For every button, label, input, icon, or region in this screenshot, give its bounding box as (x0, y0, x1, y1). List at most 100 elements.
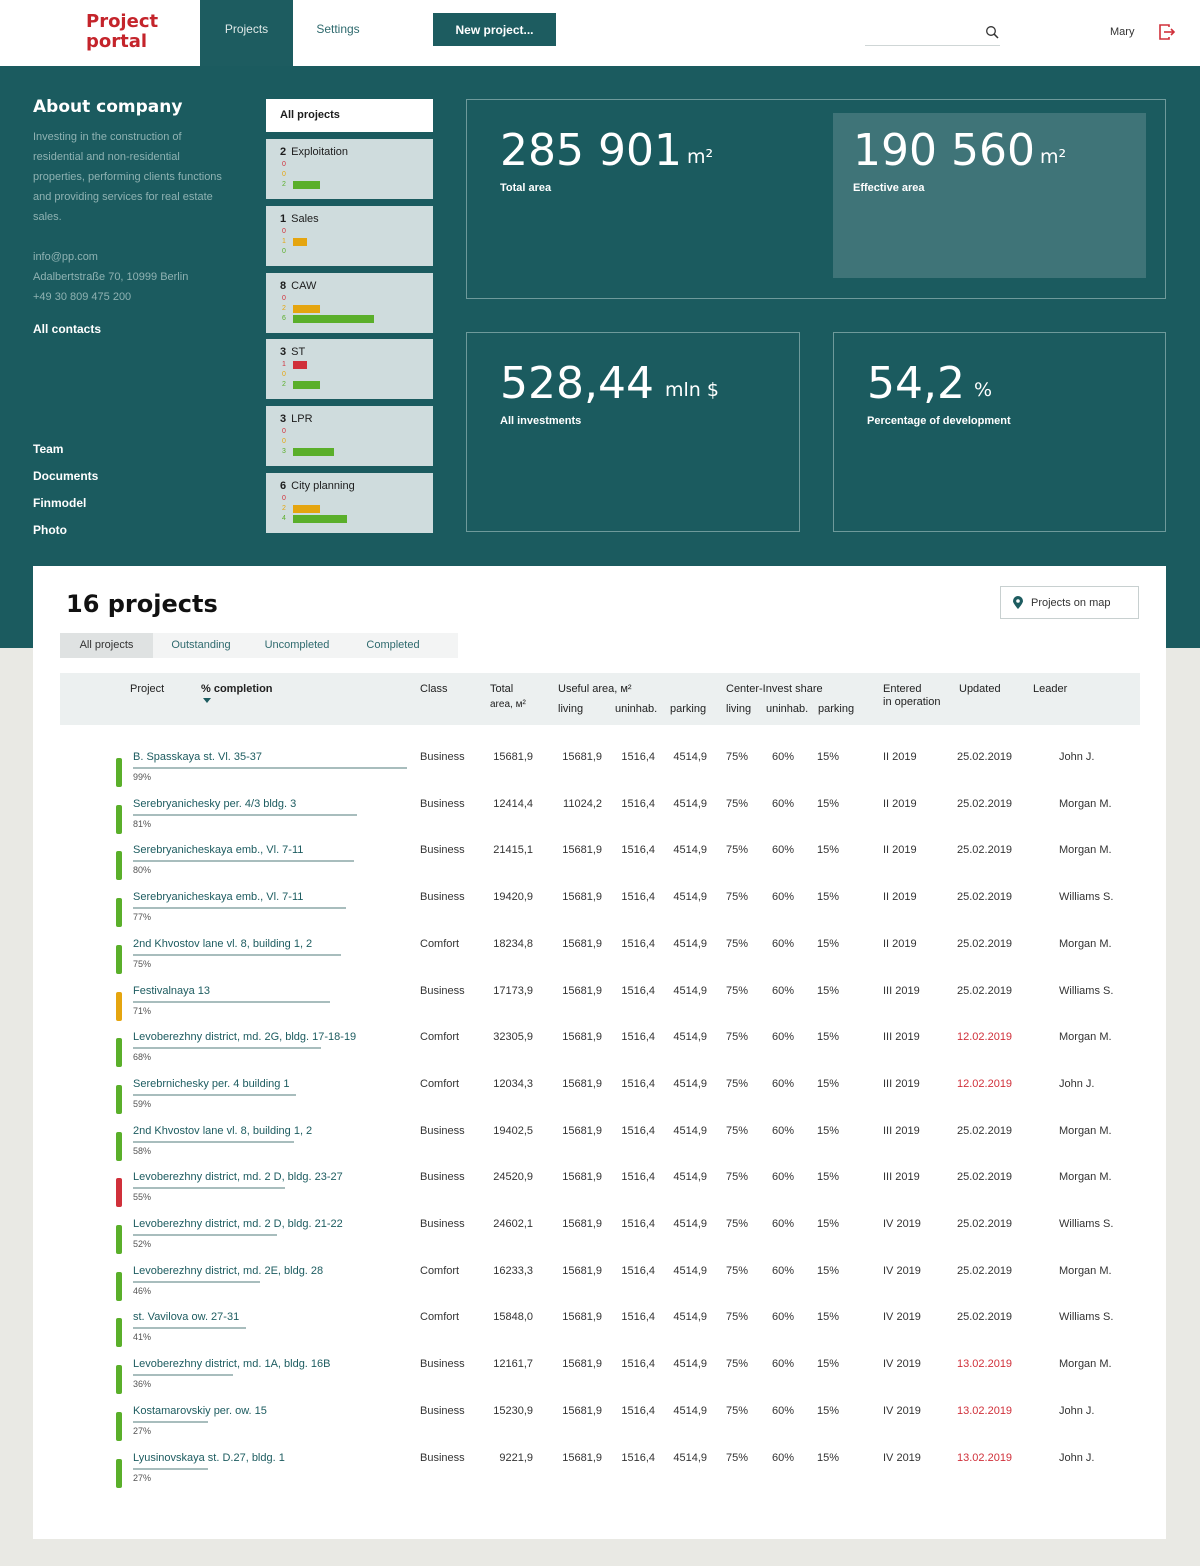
project-link[interactable]: Lyusinovskaya st. D.27, bldg. 1 (133, 1452, 285, 1464)
link-documents[interactable]: Documents (33, 469, 98, 496)
table-row[interactable]: Serebrnichesky per. 4 building 1 59% Comfo… (33, 1076, 1166, 1123)
cell-total: 19420,9 (493, 891, 533, 904)
project-link[interactable]: B. Spasskaya st. Vl. 35-37 (133, 751, 262, 763)
col-updated[interactable]: Updated (959, 682, 1001, 696)
col-share-uninhab[interactable]: uninhab. (766, 702, 808, 716)
project-link[interactable]: Levoberezhny district, md. 2G, bldg. 17-… (133, 1031, 356, 1043)
category-card[interactable]: 8 CAW 0 2 6 (266, 272, 433, 333)
cell-parking: 4514,9 (673, 797, 707, 810)
cell-leader: Morgan M. (1059, 1171, 1112, 1184)
col-completion[interactable]: % completion (201, 682, 273, 696)
cell-parking: 4514,9 (673, 1218, 707, 1230)
col-uninhab[interactable]: uninhab. (615, 702, 657, 716)
col-project[interactable]: Project (130, 682, 164, 696)
sort-desc-icon[interactable] (203, 698, 211, 703)
link-team[interactable]: Team (33, 442, 98, 469)
completion-bar (133, 1327, 247, 1330)
projects-on-map-button[interactable]: Projects on map (1000, 586, 1139, 619)
new-project-button[interactable]: New project... (433, 13, 556, 46)
logo[interactable]: Project portal (86, 12, 158, 52)
logout-icon[interactable] (1158, 23, 1176, 41)
tab-completed[interactable]: Completed (345, 633, 441, 658)
table-row[interactable]: Serebryanicheskaya emb., Vl. 7-11 77% Busi… (33, 889, 1166, 936)
cell-entered: IV 2019 (883, 1264, 921, 1277)
col-class[interactable]: Class (420, 682, 448, 696)
tab-projects[interactable]: Projects (200, 0, 293, 66)
table-row[interactable]: Festivalnaya 13 71% Business 17173,9 15681,9… (33, 983, 1166, 1030)
link-finmodel[interactable]: Finmodel (33, 496, 98, 523)
col-useful-area: Useful area, м² (558, 683, 632, 695)
category-card[interactable]: 3 LPR 0 0 3 (266, 406, 433, 467)
project-link[interactable]: Serebryanicheskaya emb., Vl. 7-11 (133, 844, 303, 856)
col-total-area[interactable]: Total (490, 682, 513, 696)
project-link[interactable]: st. Vavilova ow. 27-31 (133, 1311, 239, 1323)
project-link[interactable]: Serebryanicheskaya emb., Vl. 7-11 (133, 891, 303, 903)
project-link[interactable]: Levoberezhny district, md. 2E, bldg. 28 (133, 1265, 323, 1277)
category-card[interactable]: 1 Sales 0 1 0 (266, 205, 433, 266)
link-photo[interactable]: Photo (33, 523, 98, 550)
cell-leader: John J. (1059, 1451, 1095, 1464)
table-row[interactable]: Levoberezhny district, md. 2G, bldg. 17-… (33, 1029, 1166, 1076)
table-row[interactable]: Kostamarovskiy per. ow. 15 27% Business 152… (33, 1403, 1166, 1450)
table-row[interactable]: Serebryanichesky per. 4/3 bldg. 3 81% Busi… (33, 796, 1166, 843)
table-row[interactable]: B. Spasskaya st. Vl. 35-37 99% Business 156… (33, 749, 1166, 796)
cell-s-uninhab: 60% (772, 1404, 795, 1417)
table-row[interactable]: st. Vavilova ow. 27-31 41% Comfort 15848,0 1… (33, 1309, 1166, 1356)
col-entered[interactable]: Entered (883, 682, 922, 696)
col-living[interactable]: living (558, 702, 583, 716)
project-link[interactable]: 2nd Khvostov lane vl. 8, building 1, 2 (133, 938, 312, 950)
status-indicator (116, 1411, 122, 1441)
project-link[interactable]: 2nd Khvostov lane vl. 8, building 1, 2 (133, 1125, 312, 1137)
tab-outstanding[interactable]: Outstanding (153, 633, 249, 658)
table-row[interactable]: 2nd Khvostov lane vl. 8, building 1, 2 75… (33, 936, 1166, 983)
cell-living: 15681,9 (562, 984, 602, 997)
category-card[interactable]: 3 ST 1 0 2 (266, 339, 433, 400)
category-count: 2 (280, 146, 287, 158)
category-title: 3 ST (280, 346, 305, 358)
category-card[interactable]: 2 Exploitation 0 0 2 (266, 139, 433, 199)
col-leader[interactable]: Leader (1033, 682, 1067, 696)
filter-all-projects[interactable]: All projects (266, 99, 433, 132)
development-stat-panel: 54,2 % Percentage of development (833, 332, 1166, 532)
category-green-bar (293, 381, 320, 390)
col-share-parking[interactable]: parking (818, 702, 854, 716)
category-title: 1 Sales (280, 213, 319, 225)
all-contacts-link[interactable]: All contacts (33, 322, 101, 336)
table-row[interactable]: Lyusinovskaya st. D.27, bldg. 1 27% Busine… (33, 1450, 1166, 1497)
project-link[interactable]: Kostamarovskiy per. ow. 15 (133, 1405, 267, 1417)
category-green-count: 0 (282, 247, 286, 255)
top-bar: Project portal Projects Settings New pro… (0, 0, 1200, 66)
tab-settings[interactable]: Settings (293, 0, 383, 66)
project-link[interactable]: Levoberezhny district, md. 2 D, bldg. 21… (133, 1218, 343, 1230)
category-card[interactable]: 6 City planning 0 2 4 (266, 473, 433, 533)
table-row[interactable]: Levoberezhny district, md. 2 D, bldg. 21… (33, 1216, 1166, 1263)
cell-leader: John J. (1059, 751, 1095, 763)
table-row[interactable]: Serebryanicheskaya emb., Vl. 7-11 80% Busi… (33, 842, 1166, 889)
cell-entered: III 2019 (883, 1171, 920, 1184)
cell-entered: III 2019 (883, 1031, 920, 1044)
project-link[interactable]: Festivalnaya 13 (133, 985, 210, 997)
search-icon[interactable] (985, 25, 999, 39)
search-input[interactable] (865, 45, 1000, 46)
project-link[interactable]: Levoberezhny district, md. 2 D, bldg. 23… (133, 1171, 343, 1183)
status-tabs: All projects Outstanding Uncompleted Com… (60, 633, 458, 658)
project-link[interactable]: Levoberezhny district, md. 1A, bldg. 16B (133, 1358, 331, 1370)
table-row[interactable]: 2nd Khvostov lane vl. 8, building 1, 2 58… (33, 1123, 1166, 1170)
project-link[interactable]: Serebrnichesky per. 4 building 1 (133, 1078, 290, 1090)
user-name[interactable]: Mary (1110, 26, 1134, 38)
table-row[interactable]: Levoberezhny district, md. 2 D, bldg. 23… (33, 1169, 1166, 1216)
email[interactable]: info@pp.com (33, 247, 188, 267)
cell-living: 15681,9 (562, 1451, 602, 1464)
tab-all-projects[interactable]: All projects (60, 633, 153, 658)
col-share-living[interactable]: living (726, 702, 751, 716)
table-row[interactable]: Levoberezhny district, md. 1A, bldg. 16B… (33, 1356, 1166, 1403)
project-link[interactable]: Serebryanichesky per. 4/3 bldg. 3 (133, 798, 296, 810)
col-parking[interactable]: parking (670, 702, 706, 716)
tab-uncompleted[interactable]: Uncompleted (249, 633, 345, 658)
table-row[interactable]: Levoberezhny district, md. 2E, bldg. 28 4… (33, 1263, 1166, 1310)
cell-entered: IV 2019 (883, 1404, 921, 1417)
cell-updated: 25.02.2019 (957, 1124, 1013, 1137)
cell-uninhab: 1516,4 (621, 891, 655, 904)
category-yellow-count: 0 (282, 371, 286, 379)
effective-area-unit: m² (1040, 146, 1067, 168)
